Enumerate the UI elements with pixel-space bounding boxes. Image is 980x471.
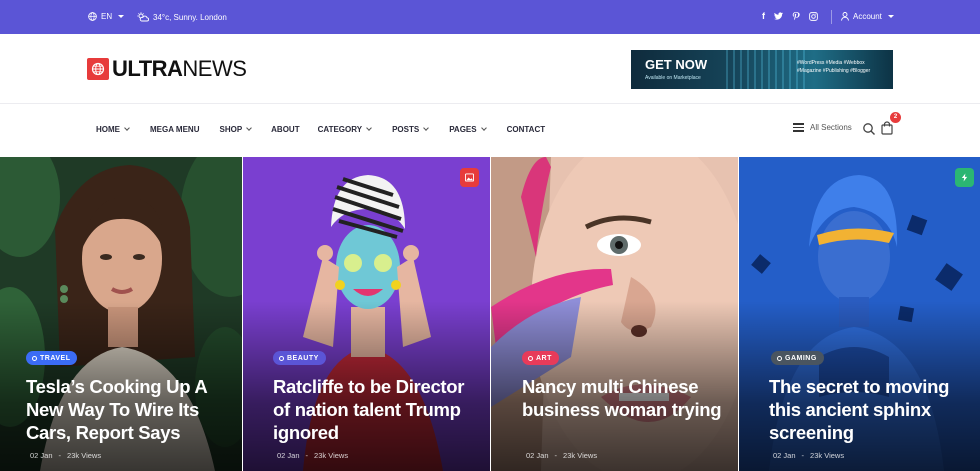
top-bar: EN 34°c, Sunny. London f Account — [0, 0, 980, 34]
post-views: 23k Views — [67, 451, 102, 460]
post-meta: 02 Jan -23k Views — [526, 451, 598, 460]
language-selector[interactable]: EN — [88, 12, 125, 21]
logo-text: ULTRANEWS — [112, 56, 247, 81]
all-sections-label: All Sections — [810, 123, 852, 132]
chevron-down-icon — [887, 15, 894, 18]
post-title[interactable]: Tesla’s Cooking Up A New Way To Wire Its… — [26, 375, 226, 444]
category-tag[interactable]: ART — [522, 351, 559, 365]
post-views: 23k Views — [314, 451, 349, 460]
nav-item-about[interactable]: ABOUT — [271, 125, 299, 134]
nav-item-shop[interactable]: SHOP — [219, 125, 252, 134]
post-meta: 02 Jan -23k Views — [277, 451, 349, 460]
chevron-down-icon — [366, 125, 372, 131]
post-views: 23k Views — [810, 451, 845, 460]
nav-item-label: ABOUT — [271, 125, 300, 134]
trending-format-badge — [955, 168, 974, 187]
account-label: Account — [853, 12, 882, 21]
cart-count-badge: 2 — [890, 112, 901, 123]
weather-cloud-sun-icon — [137, 12, 149, 22]
bolt-icon — [961, 173, 968, 182]
nav-menu: HOME MEGA MENU SHOP ABOUT CATEGORY POSTS PAGES… — [96, 125, 545, 134]
nav-item-category[interactable]: CATEGORY — [317, 125, 372, 134]
chevron-down-icon — [423, 125, 430, 131]
nav-item-pages[interactable]: PAGES — [449, 125, 487, 134]
post-card-beauty[interactable]: BEAUTY Ratcliffe to be Director of natio… — [243, 157, 490, 471]
site-header: ULTRANEWS GET NOW Available on Marketpla… — [0, 34, 980, 104]
nav-item-label: HOME — [96, 125, 120, 134]
post-card-travel[interactable]: TRAVEL Tesla’s Cooking Up A New Way To W… — [0, 157, 242, 471]
nav-item-label: MEGA MENU — [150, 125, 200, 134]
circle-icon — [528, 355, 533, 361]
all-sections-button[interactable]: All Sections — [793, 123, 852, 132]
circle-icon — [777, 355, 782, 361]
social-links: f — [762, 11, 818, 21]
category-tag[interactable]: TRAVEL — [26, 351, 78, 365]
post-date: 02 Jan — [30, 451, 53, 460]
category-tag[interactable]: BEAUTY — [273, 351, 326, 365]
nav-item-label: SHOP — [219, 125, 243, 134]
shopping-bag-icon[interactable] — [880, 121, 894, 135]
post-date: 02 Jan — [773, 451, 796, 460]
nav-item-label: CONTACT — [506, 125, 546, 134]
post-card-gaming[interactable]: GAMING The secret to moving this ancient… — [739, 157, 980, 471]
advertisement-banner[interactable]: GET NOW Available on Marketplace #WordPr… — [631, 50, 893, 89]
topbar-divider — [831, 10, 832, 24]
ad-subtext: Available on Marketplace — [645, 75, 701, 81]
weather-widget: 34°c, Sunny. London — [137, 12, 227, 22]
post-meta: 02 Jan -23k Views — [773, 451, 845, 460]
image-icon — [465, 173, 474, 182]
image-format-badge — [460, 168, 479, 187]
nav-item-mega-menu[interactable]: MEGA MENU — [150, 125, 199, 134]
weather-text: 34°c, Sunny. London — [153, 12, 227, 22]
ad-headline: GET NOW — [645, 57, 708, 72]
site-logo[interactable]: ULTRANEWS — [87, 56, 247, 81]
globe-icon — [88, 12, 97, 21]
category-label: TRAVEL — [40, 354, 71, 362]
circle-icon — [32, 355, 37, 361]
post-title[interactable]: Ratcliffe to be Director of nation talen… — [273, 375, 473, 444]
main-navigation: HOME MEGA MENU SHOP ABOUT CATEGORY POSTS PAGES… — [0, 105, 980, 157]
nav-item-label: PAGES — [449, 125, 477, 134]
category-label: ART — [536, 354, 552, 362]
chevron-down-icon — [118, 15, 125, 18]
post-title[interactable]: Nancy multi Chinese business woman tryin… — [522, 375, 722, 421]
nav-item-label: POSTS — [392, 125, 420, 134]
instagram-icon[interactable] — [809, 11, 818, 21]
account-menu[interactable]: Account — [841, 12, 894, 21]
logo-bold-text: ULTRA — [112, 56, 183, 81]
chevron-down-icon — [480, 125, 487, 131]
globe-logo-icon — [87, 58, 109, 80]
search-icon[interactable] — [862, 122, 876, 136]
post-date: 02 Jan — [277, 451, 300, 460]
post-card-art[interactable]: ART Nancy multi Chinese business woman t… — [491, 157, 738, 471]
category-label: BEAUTY — [287, 354, 319, 362]
chevron-down-icon — [124, 125, 130, 131]
ad-tags: #WordPress #Media #Webbox #Magazine #Pub… — [797, 60, 871, 74]
nav-item-label: CATEGORY — [317, 125, 363, 134]
chevron-down-icon — [246, 125, 252, 131]
category-tag[interactable]: GAMING — [771, 351, 824, 365]
facebook-icon[interactable]: f — [762, 11, 765, 21]
user-icon — [841, 12, 849, 21]
post-date: 02 Jan — [526, 451, 549, 460]
nav-item-contact[interactable]: CONTACT — [507, 125, 546, 134]
post-title[interactable]: The secret to moving this ancient sphinx… — [769, 375, 969, 444]
nav-item-posts[interactable]: POSTS — [392, 125, 430, 134]
logo-light-text: NEWS — [182, 56, 247, 81]
nav-item-home[interactable]: HOME — [96, 125, 130, 134]
hamburger-icon — [793, 123, 804, 132]
circle-icon — [279, 355, 284, 361]
pinterest-icon[interactable] — [792, 11, 800, 21]
post-meta: 02 Jan -23k Views — [30, 451, 102, 460]
twitter-icon[interactable] — [774, 12, 783, 20]
featured-posts-grid: TRAVEL Tesla’s Cooking Up A New Way To W… — [0, 157, 980, 471]
post-views: 23k Views — [563, 451, 598, 460]
language-label: EN — [101, 12, 113, 21]
category-label: GAMING — [785, 354, 817, 362]
